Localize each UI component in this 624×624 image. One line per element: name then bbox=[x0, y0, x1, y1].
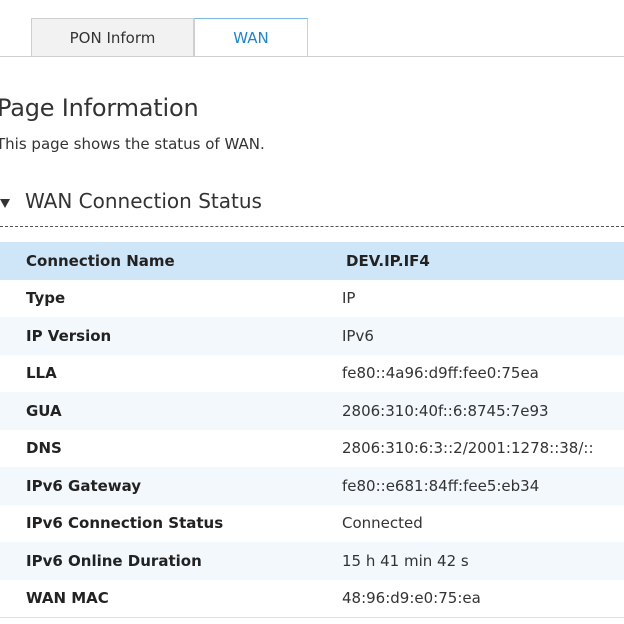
row-value-ip-version: IPv6 bbox=[342, 326, 374, 345]
row-value-wan-mac: 48:96:d9:e0:75:ea bbox=[342, 589, 481, 608]
table-row: IP Version IPv6 bbox=[0, 317, 624, 355]
tab-pon-inform[interactable]: PON Inform bbox=[31, 18, 194, 56]
tab-bar-divider bbox=[0, 56, 624, 57]
row-label-ipv6-online-duration: IPv6 Online Duration bbox=[26, 551, 202, 570]
row-label-lla: LLA bbox=[26, 364, 57, 383]
row-value-gua: 2806:310:40f::6:8745:7e93 bbox=[342, 401, 549, 420]
table-row: GUA 2806:310:40f::6:8745:7e93 bbox=[0, 392, 624, 430]
row-value-ipv6-gateway: fe80::e681:84ff:fee5:eb34 bbox=[342, 476, 540, 495]
table-row: IPv6 Online Duration 15 h 41 min 42 s bbox=[0, 542, 624, 580]
table-row: DNS 2806:310:6:3::2/2001:1278::38/:: bbox=[0, 429, 624, 467]
table-row: IPv6 Gateway fe80::e681:84ff:fee5:eb34 bbox=[0, 467, 624, 505]
row-value-type: IP bbox=[342, 289, 356, 308]
row-label-gua: GUA bbox=[26, 401, 62, 420]
table-row: WAN MAC 48:96:d9:e0:75:ea bbox=[0, 579, 624, 617]
tab-bar: PON Inform WAN bbox=[0, 0, 624, 57]
tab-wan[interactable]: WAN bbox=[194, 18, 308, 57]
row-label-dns: DNS bbox=[26, 439, 62, 458]
connection-name-value: DEV.IP.IF4 bbox=[346, 251, 430, 270]
section-divider bbox=[0, 226, 624, 227]
row-value-ipv6-connection-status: Connected bbox=[342, 514, 423, 533]
table-header-row: Connection Name DEV.IP.IF4 bbox=[0, 242, 624, 280]
connection-name-label: Connection Name bbox=[26, 251, 175, 270]
row-label-ipv6-connection-status: IPv6 Connection Status bbox=[26, 514, 224, 533]
wan-connection-status-header[interactable]: WAN Connection Status bbox=[0, 186, 624, 226]
table-row: Type IP bbox=[0, 279, 624, 317]
row-value-dns: 2806:310:6:3::2/2001:1278::38/:: bbox=[342, 439, 594, 458]
wan-status-page: PON Inform WAN Page Information This pag… bbox=[0, 0, 624, 624]
table-row: LLA fe80::4a96:d9ff:fee0:75ea bbox=[0, 354, 624, 392]
table-bottom-border bbox=[0, 617, 624, 618]
row-value-ipv6-online-duration: 15 h 41 min 42 s bbox=[342, 551, 469, 570]
row-label-type: Type bbox=[26, 289, 66, 308]
table-row: IPv6 Connection Status Connected bbox=[0, 504, 624, 542]
page-title: Page Information bbox=[0, 94, 199, 122]
triangle-down-icon[interactable] bbox=[0, 199, 10, 208]
page-description: This page shows the status of WAN. bbox=[0, 135, 265, 153]
row-label-ipv6-gateway: IPv6 Gateway bbox=[26, 476, 142, 495]
row-label-wan-mac: WAN MAC bbox=[26, 589, 109, 608]
row-label-ip-version: IP Version bbox=[26, 326, 112, 345]
row-value-lla: fe80::4a96:d9ff:fee0:75ea bbox=[342, 364, 539, 383]
section-title: WAN Connection Status bbox=[25, 189, 262, 213]
wan-status-table: Connection Name DEV.IP.IF4 Type IP IP Ve… bbox=[0, 242, 624, 617]
